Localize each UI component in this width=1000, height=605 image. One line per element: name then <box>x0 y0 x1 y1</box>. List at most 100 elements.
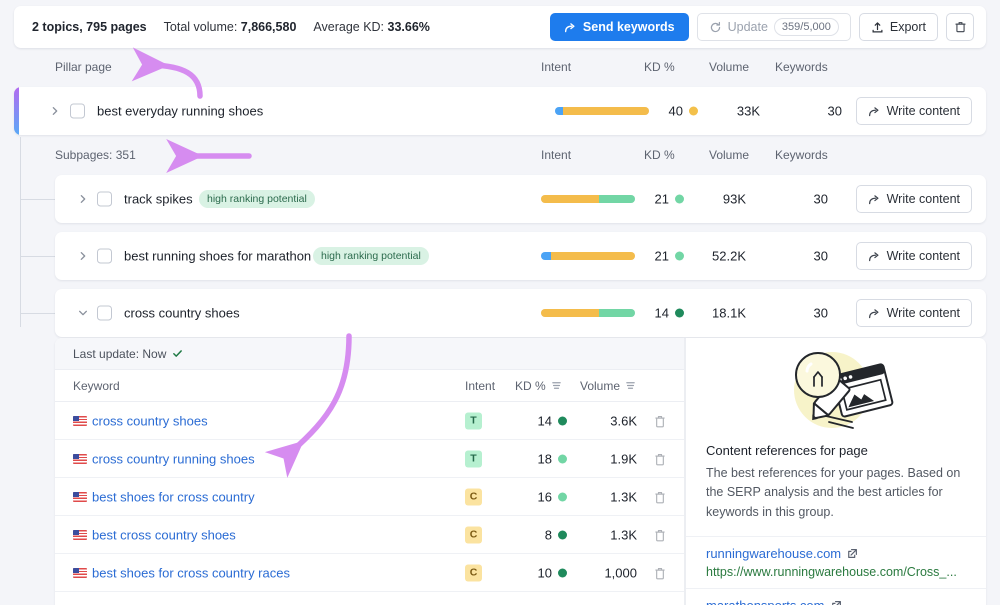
external-link-icon[interactable] <box>831 600 842 605</box>
keyword-kd-cell: 18 <box>515 451 567 466</box>
share-arrow-icon <box>564 21 577 34</box>
subpage-row-checkbox[interactable] <box>97 249 112 264</box>
keyword-volume-value: 1.3K <box>580 489 637 504</box>
pillar-write-content-button[interactable]: Write content <box>856 97 972 125</box>
keyword-kd-value: 14 <box>538 413 552 428</box>
reference-domain[interactable]: runningwarehouse.com <box>706 546 966 561</box>
subpages-volume-header: Volume <box>709 148 749 162</box>
subpage-write-content-label: Write content <box>887 249 960 263</box>
keyword-row[interactable]: cross country shoesT143.6K <box>55 402 684 440</box>
subpage-write-content-button[interactable]: Write content <box>856 299 972 327</box>
keyword-link[interactable]: best shoes for cross country <box>92 489 255 504</box>
reference-domain-label: marathonsports.com <box>706 598 825 605</box>
keyword-link[interactable]: best shoes for cross country races <box>92 565 290 580</box>
chevron-right-icon[interactable] <box>75 191 91 207</box>
keyword-link[interactable]: best cross country shoes <box>92 527 236 542</box>
kd-column-header[interactable]: KD % <box>515 379 562 393</box>
subpage-name: track spikes <box>124 192 193 207</box>
volume-column-header[interactable]: Volume <box>580 379 636 393</box>
subpages-intent-header: Intent <box>541 148 571 162</box>
subpage-row-checkbox[interactable] <box>97 306 112 321</box>
subpage-volume-value: 52.2K <box>700 249 746 264</box>
refresh-icon <box>709 21 722 34</box>
pillar-volume-header: Volume <box>709 60 749 74</box>
copy-icon[interactable] <box>653 528 667 542</box>
reference-item[interactable]: marathonsports.com <box>686 588 986 605</box>
references-title: Content references for page <box>686 443 986 458</box>
external-link-icon[interactable] <box>847 548 858 559</box>
subpage-name: best running shoes for marathon <box>124 249 311 264</box>
keyword-kd-cell: 10 <box>515 565 567 580</box>
pillar-kd-header: KD % <box>644 60 675 74</box>
pillar-row-checkbox[interactable] <box>70 104 85 119</box>
top-toolbar: 2 topics, 795 pages Total volume: 7,866,… <box>14 6 986 48</box>
copy-icon[interactable] <box>653 452 667 466</box>
last-update-bar: Last update: Now <box>55 338 684 370</box>
keyword-row[interactable]: cross country running shoesT181.9K <box>55 440 684 478</box>
subpage-keywords-value: 30 <box>766 192 828 207</box>
sort-icon[interactable] <box>625 380 636 391</box>
reference-item[interactable]: runningwarehouse.com https://www.running… <box>686 536 986 588</box>
subpage-keywords-value: 30 <box>766 249 828 264</box>
intent-badge: C <box>465 526 482 543</box>
topic-research-page: 2 topics, 795 pages Total volume: 7,866,… <box>0 0 1000 605</box>
export-label: Export <box>890 20 926 34</box>
intent-column-header: Intent <box>465 379 495 393</box>
keyword-kd-dot <box>558 568 567 577</box>
keyword-volume-value: 1.9K <box>580 451 637 466</box>
subpage-kd-dot <box>675 252 684 261</box>
subpage-kd-value: 21 <box>655 192 669 207</box>
keyword-row[interactable]: best shoes for cross countryC161.3K <box>55 478 684 516</box>
subpage-write-content-label: Write content <box>887 192 960 206</box>
topics-pages-count: 2 topics, 795 pages <box>32 20 147 34</box>
subpage-row[interactable]: cross country shoes 14 18.1K 30 Write co… <box>55 289 986 337</box>
keyword-row[interactable]: best shoes for cross country racesC101,0… <box>55 554 684 592</box>
keyword-rows-container: cross country shoesT143.6Kcross country … <box>55 402 684 592</box>
subpages-keywords-header: Keywords <box>775 148 828 162</box>
subpage-kd-cell: 14 <box>644 306 684 321</box>
delete-button[interactable] <box>946 13 974 41</box>
subpage-write-content-button[interactable]: Write content <box>856 242 972 270</box>
sort-icon[interactable] <box>551 380 562 391</box>
export-button[interactable]: Export <box>859 13 938 41</box>
chevron-right-icon[interactable] <box>75 248 91 264</box>
subpage-row-checkbox[interactable] <box>97 192 112 207</box>
subpage-write-content-button[interactable]: Write content <box>856 185 972 213</box>
subpages-column-header: Subpages: 351 Intent KD % Volume Keyword… <box>55 148 986 168</box>
pillar-page-header-label: Pillar page <box>55 60 112 74</box>
copy-icon[interactable] <box>653 490 667 504</box>
keyword-link[interactable]: cross country shoes <box>92 413 208 428</box>
subpage-intent-bar <box>541 252 635 260</box>
high-ranking-potential-badge: high ranking potential <box>313 247 429 265</box>
keyword-kd-dot <box>558 454 567 463</box>
references-description: The best references for your pages. Base… <box>686 458 986 536</box>
keyword-kd-dot <box>558 416 567 425</box>
pillar-volume-value: 33K <box>714 104 760 119</box>
chevron-right-icon[interactable] <box>47 103 63 119</box>
update-button[interactable]: Update 359/5,000 <box>697 13 851 41</box>
keyword-table-header: Keyword Intent KD % Volume <box>55 370 684 402</box>
copy-icon[interactable] <box>653 566 667 580</box>
copy-icon[interactable] <box>653 414 667 428</box>
keyword-kd-value: 16 <box>538 489 552 504</box>
subpages-count-label: Subpages: 351 <box>55 148 136 162</box>
subpage-kd-value: 21 <box>655 249 669 264</box>
us-flag-icon <box>73 568 87 578</box>
check-icon <box>172 348 183 359</box>
subpage-row[interactable]: track spikes high ranking potential 21 9… <box>55 175 986 223</box>
send-keywords-button[interactable]: Send keywords <box>550 13 689 41</box>
pillar-intent-bar <box>555 107 649 115</box>
us-flag-icon <box>73 454 87 464</box>
pillar-page-row[interactable]: best everyday running shoes 40 33K 30 Wr… <box>14 87 986 135</box>
subpage-row[interactable]: best running shoes for marathon high ran… <box>55 232 986 280</box>
summary-stats: 2 topics, 795 pages Total volume: 7,866,… <box>32 20 430 34</box>
subpage-kd-dot <box>675 195 684 204</box>
pillar-keywords-header: Keywords <box>775 60 828 74</box>
chevron-down-icon[interactable] <box>75 305 91 321</box>
toolbar-actions: Send keywords Update 359/5,000 <box>550 13 974 41</box>
reference-domain[interactable]: marathonsports.com <box>706 598 966 605</box>
keyword-row[interactable]: best cross country shoesC81.3K <box>55 516 684 554</box>
keyword-link[interactable]: cross country running shoes <box>92 451 255 466</box>
keyword-volume-value: 3.6K <box>580 413 637 428</box>
kd-column-label: KD % <box>515 379 546 393</box>
